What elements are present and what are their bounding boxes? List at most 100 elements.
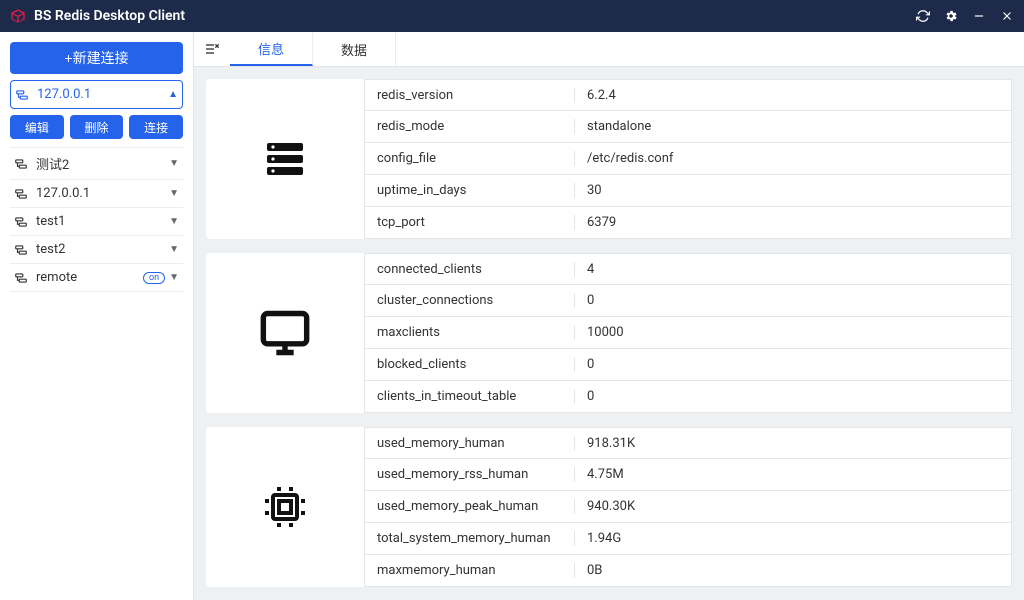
minimize-icon[interactable] xyxy=(972,9,986,23)
connection-label: test2 xyxy=(36,242,169,257)
delete-button[interactable]: 删除 xyxy=(70,115,124,139)
connection-row[interactable]: 测试2▼ xyxy=(10,148,183,179)
connection-icon xyxy=(14,215,30,229)
info-value: 940.30K xyxy=(575,499,1011,514)
info-value: 4.75M xyxy=(575,467,1011,482)
info-row: uptime_in_days30 xyxy=(364,175,1012,207)
chevron-down-icon: ▲ xyxy=(168,89,178,100)
chevron-down-icon: ▼ xyxy=(169,188,179,199)
info-value: 4 xyxy=(575,262,1011,277)
connection-row[interactable]: test1▼ xyxy=(10,208,183,235)
titlebar: BS Redis Desktop Client xyxy=(0,0,1024,32)
connection-row[interactable]: remoteon ▼ xyxy=(10,264,183,291)
info-row: tcp_port6379 xyxy=(364,207,1012,239)
info-key: total_system_memory_human xyxy=(365,531,575,546)
settings-icon[interactable] xyxy=(944,9,958,23)
info-row: redis_version6.2.4 xyxy=(364,79,1012,111)
connection-label: test1 xyxy=(36,214,169,229)
content-area: redis_version6.2.4redis_modestandaloneco… xyxy=(194,67,1024,600)
info-row: connected_clients4 xyxy=(364,253,1012,285)
connection-icon xyxy=(14,157,30,171)
info-key: maxclients xyxy=(365,325,575,340)
info-row: clients_in_timeout_table0 xyxy=(364,381,1012,413)
server-icon xyxy=(206,79,364,239)
connection-item: 127.0.0.1▲编辑删除连接 xyxy=(10,80,183,148)
info-row: used_memory_rss_human4.75M xyxy=(364,459,1012,491)
info-value: 1.94G xyxy=(575,531,1011,546)
close-icon[interactable] xyxy=(1000,9,1014,23)
info-row: maxmemory_human0B xyxy=(364,555,1012,587)
connection-item: test1▼ xyxy=(10,208,183,236)
connection-item: remoteon ▼ xyxy=(10,264,183,292)
info-value: 6.2.4 xyxy=(575,88,1011,103)
chevron-down-icon: ▼ xyxy=(169,216,179,227)
clients-info-card: connected_clients4cluster_connections0ma… xyxy=(206,253,1012,413)
info-key: redis_version xyxy=(365,88,575,103)
connect-button[interactable]: 连接 xyxy=(129,115,183,139)
connection-label: 127.0.0.1 xyxy=(36,186,169,201)
info-key: connected_clients xyxy=(365,262,575,277)
connection-icon xyxy=(14,187,30,201)
info-value: 0B xyxy=(575,563,1011,578)
info-key: clients_in_timeout_table xyxy=(365,389,575,404)
refresh-icon[interactable] xyxy=(916,9,930,23)
info-key: blocked_clients xyxy=(365,357,575,372)
info-value: 0 xyxy=(575,389,1011,404)
info-key: used_memory_rss_human xyxy=(365,467,575,482)
info-key: used_memory_peak_human xyxy=(365,499,575,514)
connection-icon xyxy=(14,243,30,257)
info-row: total_system_memory_human1.94G xyxy=(364,523,1012,555)
info-row: used_memory_peak_human940.30K xyxy=(364,491,1012,523)
info-key: maxmemory_human xyxy=(365,563,575,578)
chevron-down-icon: ▼ xyxy=(169,158,179,169)
edit-button[interactable]: 编辑 xyxy=(10,115,64,139)
info-row: config_file/etc/redis.conf xyxy=(364,143,1012,175)
chevron-down-icon: ▼ xyxy=(169,244,179,255)
connection-item: 127.0.0.1▼ xyxy=(10,180,183,208)
memory-info-card: used_memory_human918.31K used_memory_rss_… xyxy=(206,427,1012,587)
info-value: standalone xyxy=(575,119,1011,134)
connection-row[interactable]: test2▼ xyxy=(10,236,183,263)
info-value: /etc/redis.conf xyxy=(575,151,1011,166)
connection-actions: 编辑删除连接 xyxy=(10,109,183,147)
info-value: 6379 xyxy=(575,215,1011,230)
tab-data[interactable]: 数据 xyxy=(313,32,396,66)
collapse-sidebar-icon[interactable] xyxy=(194,41,230,57)
sidebar: +新建连接 127.0.0.1▲编辑删除连接测试2▼127.0.0.1▼test… xyxy=(0,32,194,600)
main-panel: 信息 数据 redis_version6.2.4redis_modestanda… xyxy=(194,32,1024,600)
info-row: maxclients10000 xyxy=(364,317,1012,349)
app-title: BS Redis Desktop Client xyxy=(34,8,916,24)
connection-icon xyxy=(14,271,30,285)
new-connection-button[interactable]: +新建连接 xyxy=(10,42,183,74)
info-value: 30 xyxy=(575,183,1011,198)
connection-label: 测试2 xyxy=(36,154,169,173)
status-badge: on xyxy=(143,272,165,284)
monitor-icon xyxy=(206,253,364,413)
connection-icon xyxy=(15,88,31,102)
cpu-icon xyxy=(206,427,364,587)
connection-item: test2▼ xyxy=(10,236,183,264)
app-logo-icon xyxy=(10,8,26,24)
tab-info[interactable]: 信息 xyxy=(230,32,313,66)
chevron-down-icon: ▼ xyxy=(169,272,179,283)
connection-item: 测试2▼ xyxy=(10,148,183,180)
tab-bar: 信息 数据 xyxy=(194,32,1024,67)
info-value: 918.31K xyxy=(575,436,1011,451)
info-row: cluster_connections0 xyxy=(364,285,1012,317)
info-row: blocked_clients0 xyxy=(364,349,1012,381)
info-key: redis_mode xyxy=(365,119,575,134)
info-value: 0 xyxy=(575,293,1011,308)
info-key: used_memory_human xyxy=(365,436,575,451)
connection-label: remote xyxy=(36,270,143,285)
connection-label: 127.0.0.1 xyxy=(37,87,168,102)
connection-row[interactable]: 127.0.0.1▼ xyxy=(10,180,183,207)
info-value: 10000 xyxy=(575,325,1011,340)
info-key: uptime_in_days xyxy=(365,183,575,198)
server-info-card: redis_version6.2.4redis_modestandaloneco… xyxy=(206,79,1012,239)
connection-row[interactable]: 127.0.0.1▲ xyxy=(10,80,183,109)
info-value: 0 xyxy=(575,357,1011,372)
info-key: cluster_connections xyxy=(365,293,575,308)
info-row: redis_modestandalone xyxy=(364,111,1012,143)
info-key: config_file xyxy=(365,151,575,166)
info-key: tcp_port xyxy=(365,215,575,230)
